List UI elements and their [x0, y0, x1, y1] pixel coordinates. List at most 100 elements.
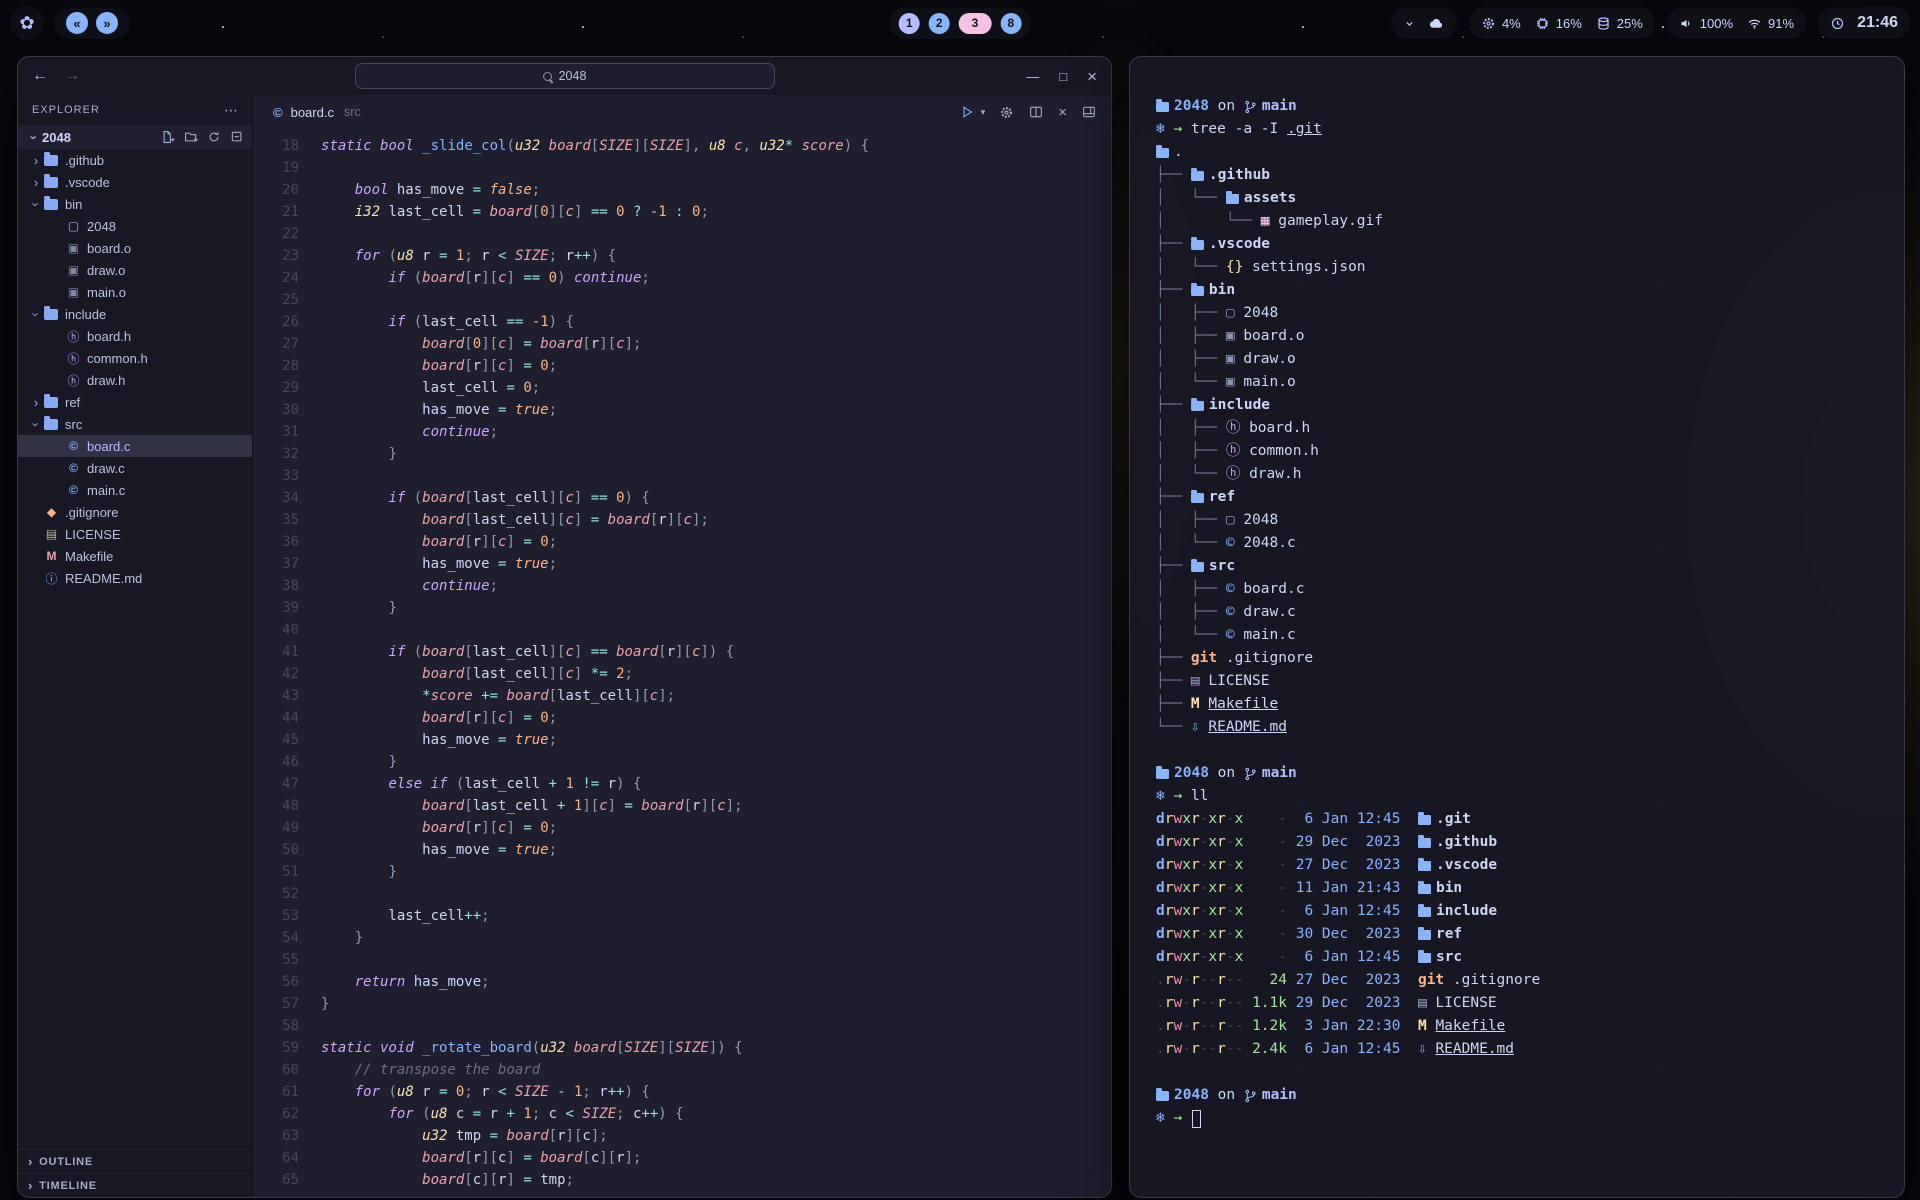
code-line-57[interactable]: 57} — [253, 993, 1111, 1015]
code-line-35[interactable]: 35 board[last_cell][c] = board[r][c]; — [253, 509, 1111, 531]
code-line-25[interactable]: 25 — [253, 289, 1111, 311]
code-line-56[interactable]: 56 return has_move; — [253, 971, 1111, 993]
maximize-button[interactable]: □ — [1059, 70, 1067, 83]
code-line-24[interactable]: 24 if (board[r][c] == 0) continue; — [253, 267, 1111, 289]
code-line-32[interactable]: 32 } — [253, 443, 1111, 465]
volume-stat[interactable]: 100% — [1679, 16, 1733, 31]
media-next-button[interactable]: » — [96, 12, 118, 34]
code-line-30[interactable]: 30 has_move = true; — [253, 399, 1111, 421]
terminal-content[interactable]: 2048 on main❄ → tree -a -I .git.├── .git… — [1130, 57, 1904, 1197]
explorer-item-draw.o[interactable]: ▣draw.o — [18, 259, 252, 281]
explorer-item-bin[interactable]: ›bin — [18, 193, 252, 215]
explorer-item-draw.h[interactable]: ⓗdraw.h — [18, 369, 252, 391]
code-line-27[interactable]: 27 board[0][c] = board[r][c]; — [253, 333, 1111, 355]
explorer-item-board.h[interactable]: ⓗboard.h — [18, 325, 252, 347]
wifi-stat[interactable]: 91% — [1747, 16, 1794, 31]
code-line-29[interactable]: 29 last_cell = 0; — [253, 377, 1111, 399]
explorer-item-board.o[interactable]: ▣board.o — [18, 237, 252, 259]
code-line-49[interactable]: 49 board[r][c] = 0; — [253, 817, 1111, 839]
collapse-folders-icon[interactable] — [230, 130, 244, 144]
split-editor-icon[interactable] — [1028, 104, 1044, 120]
explorer-item-draw.c[interactable]: ©draw.c — [18, 457, 252, 479]
workspace-8[interactable]: 8 — [1000, 13, 1021, 34]
code-line-62[interactable]: 62 for (u8 c = r + 1; c < SIZE; c++) { — [253, 1103, 1111, 1125]
workspace-1[interactable]: 1 — [899, 13, 920, 34]
code-line-44[interactable]: 44 board[r][c] = 0; — [253, 707, 1111, 729]
code-line-46[interactable]: 46 } — [253, 751, 1111, 773]
back-arrow-button[interactable]: ← — [32, 67, 48, 85]
code-line-34[interactable]: 34 if (board[last_cell][c] == 0) { — [253, 487, 1111, 509]
code-line-55[interactable]: 55 — [253, 949, 1111, 971]
code-line-48[interactable]: 48 board[last_cell + 1][c] = board[r][c]… — [253, 795, 1111, 817]
explorer-item-main.o[interactable]: ▣main.o — [18, 281, 252, 303]
code-line-65[interactable]: 65 board[c][r] = tmp; — [253, 1169, 1111, 1191]
workspace-3[interactable]: 3 — [959, 13, 992, 34]
explorer-item-.gitignore[interactable]: ◆.gitignore — [18, 501, 252, 523]
layout-icon[interactable] — [1081, 104, 1097, 120]
explorer-item-board.c[interactable]: ©board.c — [18, 435, 252, 457]
explorer-item-common.h[interactable]: ⓗcommon.h — [18, 347, 252, 369]
minimize-button[interactable]: — — [1026, 70, 1039, 83]
code-line-54[interactable]: 54 } — [253, 927, 1111, 949]
code-line-20[interactable]: 20 bool has_move = false; — [253, 179, 1111, 201]
code-line-58[interactable]: 58 — [253, 1015, 1111, 1037]
outline-panel-header[interactable]: › OUTLINE — [18, 1149, 252, 1173]
explorer-item-.vscode[interactable]: ›.vscode — [18, 171, 252, 193]
code-line-60[interactable]: 60 // transpose the board — [253, 1059, 1111, 1081]
workspace-2[interactable]: 2 — [929, 13, 950, 34]
clock-widget[interactable]: 21:46 — [1818, 7, 1910, 39]
run-button[interactable] — [959, 104, 975, 120]
active-tab-filename[interactable]: board.c — [291, 105, 334, 120]
timeline-panel-header[interactable]: › TIMELINE — [18, 1173, 252, 1197]
weather-widget[interactable] — [1391, 7, 1457, 39]
code-line-39[interactable]: 39 } — [253, 597, 1111, 619]
forward-arrow-button[interactable]: → — [64, 67, 80, 85]
system-logo-button[interactable]: ✿ — [10, 6, 44, 40]
close-editor-icon[interactable]: × — [1058, 104, 1067, 121]
code-line-31[interactable]: 31 continue; — [253, 421, 1111, 443]
code-line-33[interactable]: 33 — [253, 465, 1111, 487]
code-line-50[interactable]: 50 has_move = true; — [253, 839, 1111, 861]
new-folder-icon[interactable] — [184, 130, 198, 144]
new-file-icon[interactable] — [161, 130, 175, 144]
code-line-40[interactable]: 40 — [253, 619, 1111, 641]
code-line-23[interactable]: 23 for (u8 r = 1; r < SIZE; r++) { — [253, 245, 1111, 267]
code-line-53[interactable]: 53 last_cell++; — [253, 905, 1111, 927]
run-options-caret-icon[interactable]: ▾ — [981, 107, 986, 118]
explorer-root-folder[interactable]: › 2048 — [18, 125, 252, 149]
settings-gear-icon[interactable] — [999, 105, 1014, 120]
code-line-38[interactable]: 38 continue; — [253, 575, 1111, 597]
code-line-26[interactable]: 26 if (last_cell == -1) { — [253, 311, 1111, 333]
code-line-45[interactable]: 45 has_move = true; — [253, 729, 1111, 751]
explorer-item-README.md[interactable]: ⓘREADME.md — [18, 567, 252, 589]
refresh-icon[interactable] — [207, 130, 221, 144]
code-editor[interactable]: 18static bool _slide_col(u32 board[SIZE]… — [253, 129, 1111, 1197]
code-line-37[interactable]: 37 has_move = true; — [253, 553, 1111, 575]
code-line-18[interactable]: 18static bool _slide_col(u32 board[SIZE]… — [253, 135, 1111, 157]
explorer-item-include[interactable]: ›include — [18, 303, 252, 325]
code-line-52[interactable]: 52 — [253, 883, 1111, 905]
explorer-item-2048[interactable]: ▢2048 — [18, 215, 252, 237]
code-line-51[interactable]: 51 } — [253, 861, 1111, 883]
code-line-19[interactable]: 19 — [253, 157, 1111, 179]
media-prev-button[interactable]: « — [66, 12, 88, 34]
code-line-28[interactable]: 28 board[r][c] = 0; — [253, 355, 1111, 377]
code-line-61[interactable]: 61 for (u8 r = 0; r < SIZE - 1; r++) { — [253, 1081, 1111, 1103]
code-line-59[interactable]: 59static void _rotate_board(u32 board[SI… — [253, 1037, 1111, 1059]
explorer-item-src[interactable]: ›src — [18, 413, 252, 435]
code-line-42[interactable]: 42 board[last_cell][c] *= 2; — [253, 663, 1111, 685]
code-line-41[interactable]: 41 if (board[last_cell][c] == board[r][c… — [253, 641, 1111, 663]
command-center-search[interactable]: 2048 — [355, 63, 775, 89]
explorer-item-ref[interactable]: ›ref — [18, 391, 252, 413]
explorer-more-actions-icon[interactable]: ⋯ — [224, 102, 238, 119]
explorer-item-.github[interactable]: ›.github — [18, 149, 252, 171]
explorer-item-main.c[interactable]: ©main.c — [18, 479, 252, 501]
close-window-button[interactable]: × — [1087, 68, 1097, 85]
code-line-43[interactable]: 43 *score += board[last_cell][c]; — [253, 685, 1111, 707]
code-line-47[interactable]: 47 else if (last_cell + 1 != r) { — [253, 773, 1111, 795]
code-line-22[interactable]: 22 — [253, 223, 1111, 245]
explorer-item-Makefile[interactable]: MMakefile — [18, 545, 252, 567]
explorer-item-LICENSE[interactable]: ▤LICENSE — [18, 523, 252, 545]
code-line-63[interactable]: 63 u32 tmp = board[r][c]; — [253, 1125, 1111, 1147]
code-line-36[interactable]: 36 board[r][c] = 0; — [253, 531, 1111, 553]
